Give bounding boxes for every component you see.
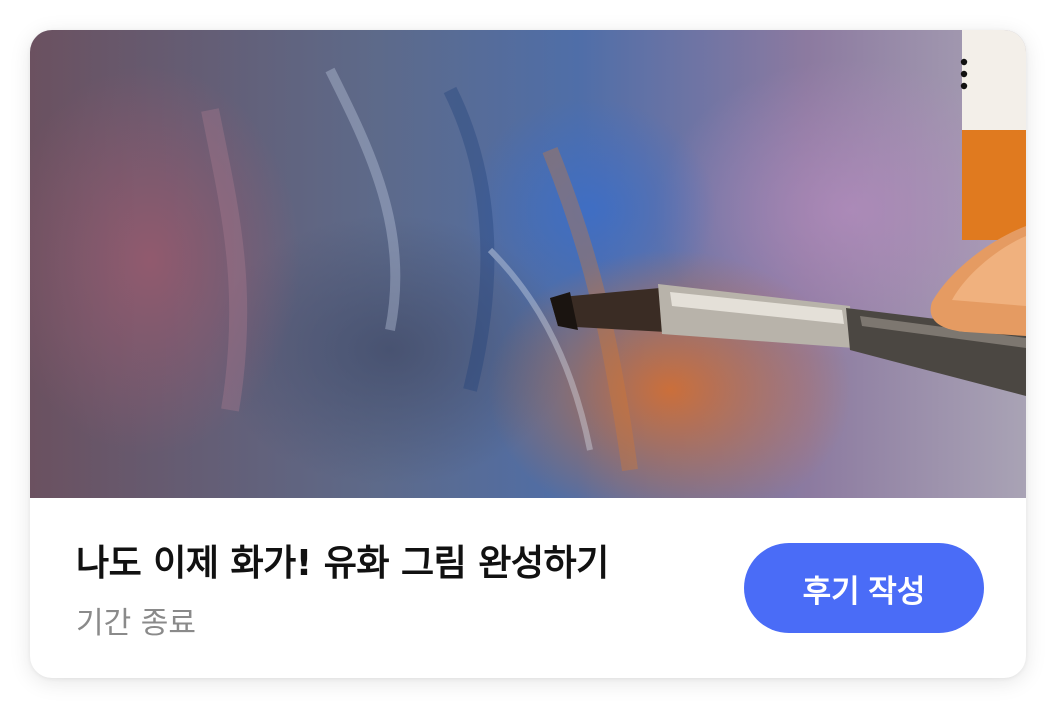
class-title: 나도 이제 화가! 유화 그림 완성하기: [76, 543, 609, 584]
write-review-button[interactable]: 후기 작성: [744, 543, 984, 633]
more-vertical-icon: [960, 58, 968, 90]
paintbrush-illustration: [201, 30, 1026, 472]
class-card[interactable]: 나도 이제 화가! 유화 그림 완성하기 기간 종료 후기 작성: [30, 30, 1026, 678]
class-cover-image: [30, 30, 1026, 498]
status-label: 기간 종료: [76, 606, 196, 641]
more-options-button[interactable]: [960, 58, 1004, 102]
card-info: 나도 이제 화가! 유화 그림 완성하기 기간 종료 후기 작성: [30, 498, 1026, 678]
